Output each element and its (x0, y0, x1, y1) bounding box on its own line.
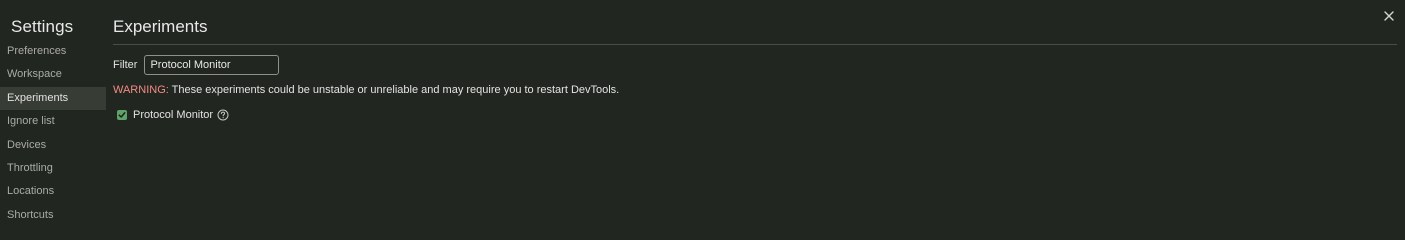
title-divider (113, 44, 1397, 45)
experiment-protocol-monitor: Protocol Monitor (117, 108, 229, 122)
sidebar-item-devices[interactable]: Devices (0, 134, 106, 157)
filter-input[interactable] (144, 55, 280, 75)
warning-message: WARNING: These experiments could be unst… (113, 84, 619, 96)
warning-text: These experiments could be unstable or u… (168, 84, 620, 96)
help-circle-icon[interactable] (217, 109, 229, 121)
sidebar-item-locations[interactable]: Locations (0, 180, 106, 203)
protocol-monitor-checkbox[interactable] (117, 110, 127, 120)
filter-label: Filter (113, 59, 138, 71)
sidebar-item-experiments[interactable]: Experiments (0, 86, 106, 111)
close-icon[interactable] (1383, 9, 1395, 21)
experiments-content: Experiments Filter WARNING: These experi… (113, 0, 1397, 240)
sidebar-item-shortcuts[interactable]: Shortcuts (0, 204, 106, 227)
filter-row: Filter (113, 54, 280, 76)
sidebar-item-ignore-list[interactable]: Ignore list (0, 110, 106, 133)
warning-label: WARNING: (113, 84, 169, 96)
checkmark-icon (118, 112, 126, 118)
sidebar-item-workspace[interactable]: Workspace (0, 63, 106, 86)
settings-panel: Settings Preferences Workspace Experimen… (0, 0, 1405, 240)
experiment-label: Protocol Monitor (133, 109, 214, 121)
page-title: Experiments (113, 17, 208, 36)
settings-title: Settings (11, 17, 74, 36)
sidebar-item-preferences[interactable]: Preferences (0, 40, 106, 63)
sidebar-item-throttling[interactable]: Throttling (0, 157, 106, 180)
settings-sidebar: Settings Preferences Workspace Experimen… (0, 0, 106, 240)
settings-nav: Preferences Workspace Experiments Ignore… (0, 40, 106, 227)
